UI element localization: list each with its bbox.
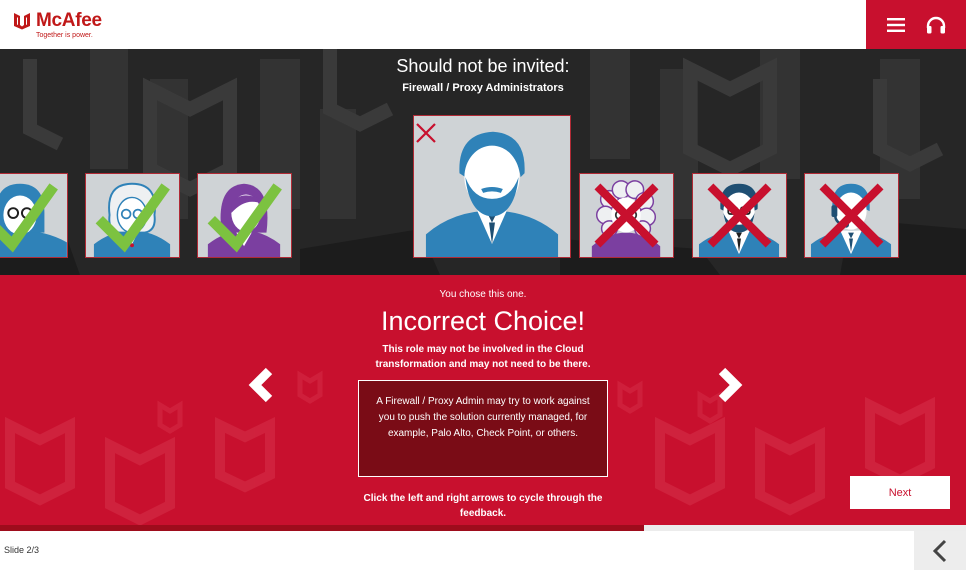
app-header: McAfee Together is power. <box>0 0 966 49</box>
header-actions <box>866 0 966 49</box>
chevron-left-icon <box>932 539 947 562</box>
next-button[interactable]: Next <box>850 476 950 509</box>
check-mark-icon <box>0 183 58 253</box>
role-card-curly-hair-woman[interactable] <box>579 173 674 258</box>
hamburger-menu-icon[interactable] <box>883 12 909 38</box>
brand-tagline: Together is power. <box>36 32 93 39</box>
role-card-bearded-man[interactable] <box>413 115 571 258</box>
feedback-detail-box: A Firewall / Proxy Admin may try to work… <box>358 380 608 477</box>
back-button[interactable] <box>914 531 966 570</box>
stage-subheading: Firewall / Proxy Administrators <box>402 82 564 94</box>
feedback-title: Incorrect Choice! <box>380 306 586 336</box>
headphones-icon[interactable] <box>923 12 949 38</box>
role-selection-stage: Should not be invited: Firewall / Proxy … <box>0 49 966 275</box>
cross-mark-icon <box>707 183 772 248</box>
cross-mark-icon <box>594 183 659 248</box>
cross-mark-icon <box>819 183 884 248</box>
mcafee-shield-icon <box>14 13 30 30</box>
chevron-right-icon <box>718 367 743 403</box>
role-card-older-woman[interactable] <box>85 173 180 258</box>
previous-feedback-button[interactable] <box>241 365 281 405</box>
feedback-panel: You chose this one. Incorrect Choice! Th… <box>0 275 966 525</box>
mcafee-logo[interactable]: McAfee Together is power. <box>12 11 102 39</box>
chosen-text: You chose this one. <box>439 289 527 300</box>
role-card-headset-man[interactable] <box>804 173 899 258</box>
check-mark-icon <box>95 183 170 253</box>
stage-heading: Should not be invited: <box>396 56 570 76</box>
feedback-hint: Click the left and right arrows to cycle… <box>363 493 603 519</box>
role-card-glasses-beard-man[interactable] <box>692 173 787 258</box>
role-card-purple-woman[interactable] <box>197 173 292 258</box>
chevron-left-icon <box>248 367 273 403</box>
next-feedback-button[interactable] <box>710 365 750 405</box>
cross-mark-icon <box>416 123 436 143</box>
role-card-glasses-woman[interactable] <box>0 173 68 258</box>
footer-bar: Slide 2/3 <box>0 531 966 570</box>
slide-counter: Slide 2/3 <box>4 545 40 555</box>
brand-name: McAfee <box>36 10 102 31</box>
check-mark-icon <box>207 183 282 253</box>
feedback-subtitle: This role may not be involved in the Clo… <box>375 344 591 370</box>
